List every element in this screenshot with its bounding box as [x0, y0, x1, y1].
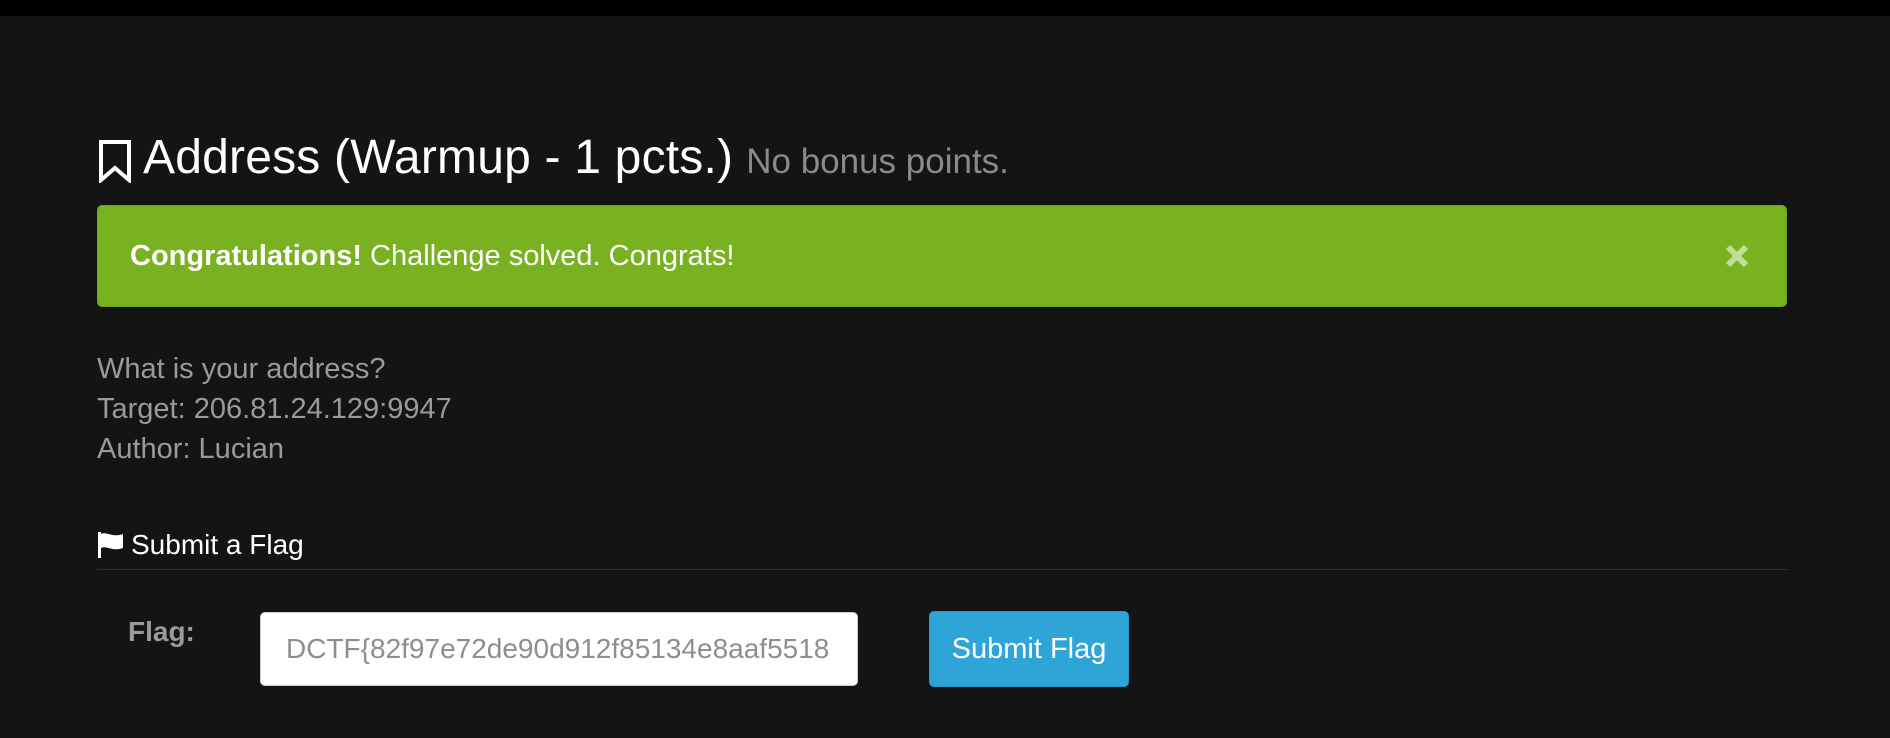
- description-line: What is your address?: [97, 353, 386, 385]
- alert-strong: Congratulations!: [130, 239, 362, 272]
- challenge-title: Address (Warmup - 1 pcts.): [143, 131, 734, 184]
- submit-flag-title: Submit a Flag: [131, 529, 304, 560]
- challenge-header: Address (Warmup - 1 pcts.) No bonus poin…: [97, 130, 1789, 188]
- submit-flag-header: Submit a Flag: [97, 527, 1789, 563]
- challenge-description: What is your address? Target: 206.81.24.…: [97, 349, 1789, 469]
- flag-form: Flag: Submit Flag: [97, 611, 1789, 687]
- section-divider: [97, 569, 1789, 570]
- description-line: Author: Lucian: [97, 433, 285, 465]
- top-bar: [0, 0, 1890, 16]
- flag-icon: [98, 532, 123, 558]
- flag-label: Flag:: [128, 616, 195, 647]
- challenge-page: Address (Warmup - 1 pcts.) No bonus poin…: [97, 130, 1789, 687]
- bookmark-icon: [99, 140, 131, 183]
- close-icon[interactable]: [1724, 243, 1750, 269]
- success-alert: Congratulations! Challenge solved. Congr…: [97, 205, 1787, 307]
- flag-input[interactable]: [260, 612, 858, 686]
- alert-message: Challenge solved. Congrats!: [362, 239, 735, 272]
- alert-text: Congratulations! Challenge solved. Congr…: [130, 240, 734, 273]
- description-line: Target: 206.81.24.129:9947: [97, 393, 452, 425]
- challenge-subtitle: No bonus points.: [746, 142, 1009, 181]
- submit-flag-button[interactable]: Submit Flag: [929, 611, 1129, 687]
